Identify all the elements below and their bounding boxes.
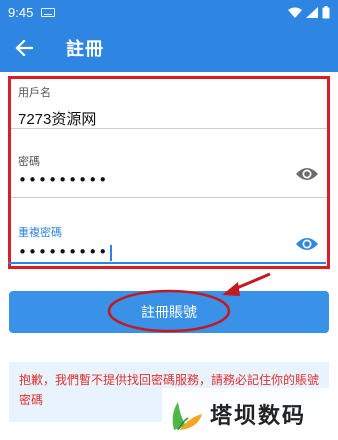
page-title: 註冊 bbox=[66, 39, 104, 60]
leaf-logo-icon bbox=[172, 402, 202, 431]
status-time: 9:45 bbox=[8, 4, 34, 20]
pointer-arrow bbox=[231, 272, 271, 292]
username-label: 用戶名 bbox=[18, 86, 51, 99]
wifi-icon bbox=[288, 7, 302, 18]
confirm-password-input-wrap[interactable]: ••••••••• bbox=[18, 242, 319, 261]
status-bar: 9:45 bbox=[0, 0, 338, 24]
active-input-underline bbox=[8, 262, 326, 264]
keyboard-icon bbox=[41, 7, 56, 17]
watermark: 塔坝数码 bbox=[162, 388, 338, 440]
confirm-password-input[interactable]: ••••••••• bbox=[18, 243, 108, 261]
username-input[interactable]: 7273资源网 bbox=[18, 108, 319, 129]
divider bbox=[11, 128, 327, 129]
password-field[interactable]: 密碼 ••••••••• bbox=[11, 153, 327, 189]
back-button[interactable] bbox=[0, 24, 48, 72]
register-button[interactable]: 註冊賬號 bbox=[9, 291, 329, 333]
show-password-icon[interactable] bbox=[295, 166, 319, 182]
password-input[interactable]: ••••••••• bbox=[18, 171, 319, 189]
signal-icon bbox=[306, 6, 318, 18]
register-button-label: 註冊賬號 bbox=[141, 305, 197, 321]
password-label: 密碼 bbox=[18, 155, 40, 168]
divider bbox=[11, 197, 327, 198]
status-icons bbox=[288, 5, 330, 19]
arrow-back-icon bbox=[15, 40, 33, 56]
watermark-text: 塔坝数码 bbox=[210, 404, 307, 429]
app-bar: 註冊 bbox=[0, 24, 338, 72]
registration-form: 用戶名 7273资源网 密碼 ••••••••• 重複密碼 ••••••••• bbox=[8, 76, 330, 269]
confirm-password-label: 重複密碼 bbox=[18, 226, 62, 239]
username-field[interactable]: 用戶名 7273资源网 bbox=[11, 84, 327, 129]
show-confirm-password-icon[interactable] bbox=[295, 236, 319, 252]
confirm-password-field[interactable]: 重複密碼 ••••••••• bbox=[11, 224, 327, 261]
battery-icon bbox=[322, 5, 330, 18]
text-caret bbox=[110, 244, 113, 261]
